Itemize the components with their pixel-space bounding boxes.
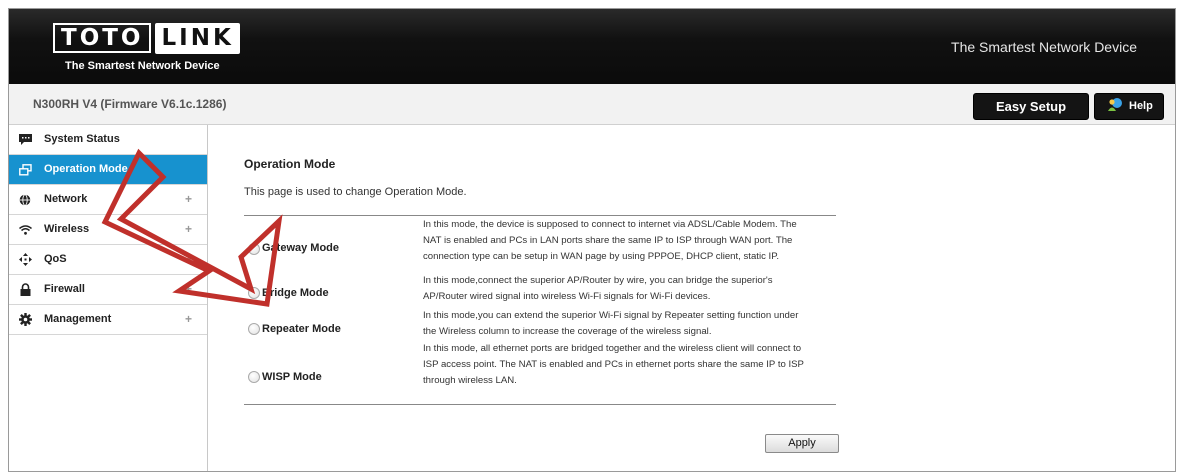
apply-button[interactable]: Apply xyxy=(765,434,839,453)
expand-plus-icon[interactable]: + xyxy=(185,245,192,274)
description-line: through wireless LAN. xyxy=(423,374,517,386)
help-label: Help xyxy=(1129,100,1153,112)
gateway-mode-description: In this mode, the device is supposed to … xyxy=(423,217,843,264)
description-line: the Wireless column to increase the cove… xyxy=(423,325,712,337)
description-line: In this mode, the device is supposed to … xyxy=(423,219,797,230)
sidebar-nav: System Status Operation Mode Network + W… xyxy=(9,125,208,471)
repeater-mode-description: In this mode,you can extend the superior… xyxy=(423,308,843,340)
firmware-version: N300RH V4 (Firmware V6.1c.1286) xyxy=(33,97,227,111)
top-divider xyxy=(244,215,836,216)
sidebar-item-label: Management xyxy=(44,313,112,325)
sidebar-item-qos[interactable]: QoS + xyxy=(9,245,207,275)
description-line: In this mode,you can extend the superior… xyxy=(423,310,799,321)
logo-text-link: LINK xyxy=(155,23,240,54)
help-person-icon xyxy=(1107,97,1123,111)
sidebar-item-label: System Status xyxy=(44,133,120,145)
sidebar-item-wireless[interactable]: Wireless + xyxy=(9,215,207,245)
sidebar-item-system-status[interactable]: System Status xyxy=(9,125,207,155)
page-title: Operation Mode xyxy=(244,157,336,171)
repeater-mode-label[interactable]: Repeater Mode xyxy=(262,323,341,335)
sidebar-item-label: Firewall xyxy=(44,283,85,295)
wisp-mode-description: In this mode, all ethernet ports are bri… xyxy=(423,341,843,388)
gateway-mode-label[interactable]: Gateway Mode xyxy=(262,242,339,254)
router-admin-window: TOTO LINK The Smartest Network Device Th… xyxy=(8,8,1176,472)
description-line: NAT is enabled and PCs in LAN ports shar… xyxy=(423,234,793,246)
logo-tagline: The Smartest Network Device xyxy=(65,60,220,72)
sidebar-item-label: QoS xyxy=(44,253,67,265)
help-button[interactable]: Help xyxy=(1094,93,1164,120)
expand-plus-icon[interactable]: + xyxy=(185,275,192,304)
wisp-mode-radio[interactable] xyxy=(248,371,260,383)
header-tagline: The Smartest Network Device xyxy=(951,39,1137,55)
arrows-icon xyxy=(18,245,32,274)
description-line: connection type can be setup in WAN page… xyxy=(423,250,780,262)
sub-toolbar: N300RH V4 (Firmware V6.1c.1286) Easy Set… xyxy=(9,84,1175,125)
sidebar-item-management[interactable]: Management + xyxy=(9,305,207,335)
sidebar-item-firewall[interactable]: Firewall + xyxy=(9,275,207,305)
chat-icon xyxy=(18,125,32,154)
bridge-mode-label[interactable]: Bridge Mode xyxy=(262,287,329,299)
repeater-mode-radio[interactable] xyxy=(248,323,260,335)
expand-plus-icon[interactable]: + xyxy=(185,185,192,214)
gear-icon xyxy=(18,305,32,334)
logo-text-toto: TOTO xyxy=(53,23,152,53)
description-line: In this mode,connect the superior AP/Rou… xyxy=(423,275,773,286)
sidebar-item-operation-mode[interactable]: Operation Mode xyxy=(9,155,207,185)
globe-icon xyxy=(18,185,32,214)
description-line: AP/Router wired signal into wireless Wi-… xyxy=(423,290,711,302)
sidebar-item-label: Operation Mode xyxy=(44,163,128,175)
lock-icon xyxy=(18,275,32,304)
bridge-mode-radio[interactable] xyxy=(248,287,260,299)
sidebar-item-network[interactable]: Network + xyxy=(9,185,207,215)
bottom-divider xyxy=(244,404,836,405)
sidebar-item-label: Wireless xyxy=(44,223,90,235)
totolink-logo: TOTO LINK The Smartest Network Device xyxy=(53,23,240,72)
wifi-icon xyxy=(18,215,32,244)
sidebar-item-label: Network xyxy=(44,193,88,205)
easy-setup-button[interactable]: Easy Setup xyxy=(973,93,1089,120)
window-icon xyxy=(18,155,32,184)
top-header: TOTO LINK The Smartest Network Device Th… xyxy=(9,9,1175,84)
description-line: ISP access point. The NAT is enabled and… xyxy=(423,358,804,370)
gateway-mode-radio[interactable] xyxy=(248,243,260,255)
expand-plus-icon[interactable]: + xyxy=(185,215,192,244)
description-line: In this mode, all ethernet ports are bri… xyxy=(423,343,802,354)
wisp-mode-label[interactable]: WISP Mode xyxy=(262,371,322,383)
operation-mode-panel: Operation Mode This page is used to chan… xyxy=(244,157,844,453)
expand-plus-icon[interactable]: + xyxy=(185,305,192,334)
bridge-mode-description: In this mode,connect the superior AP/Rou… xyxy=(423,273,843,305)
page-description: This page is used to change Operation Mo… xyxy=(244,186,467,198)
